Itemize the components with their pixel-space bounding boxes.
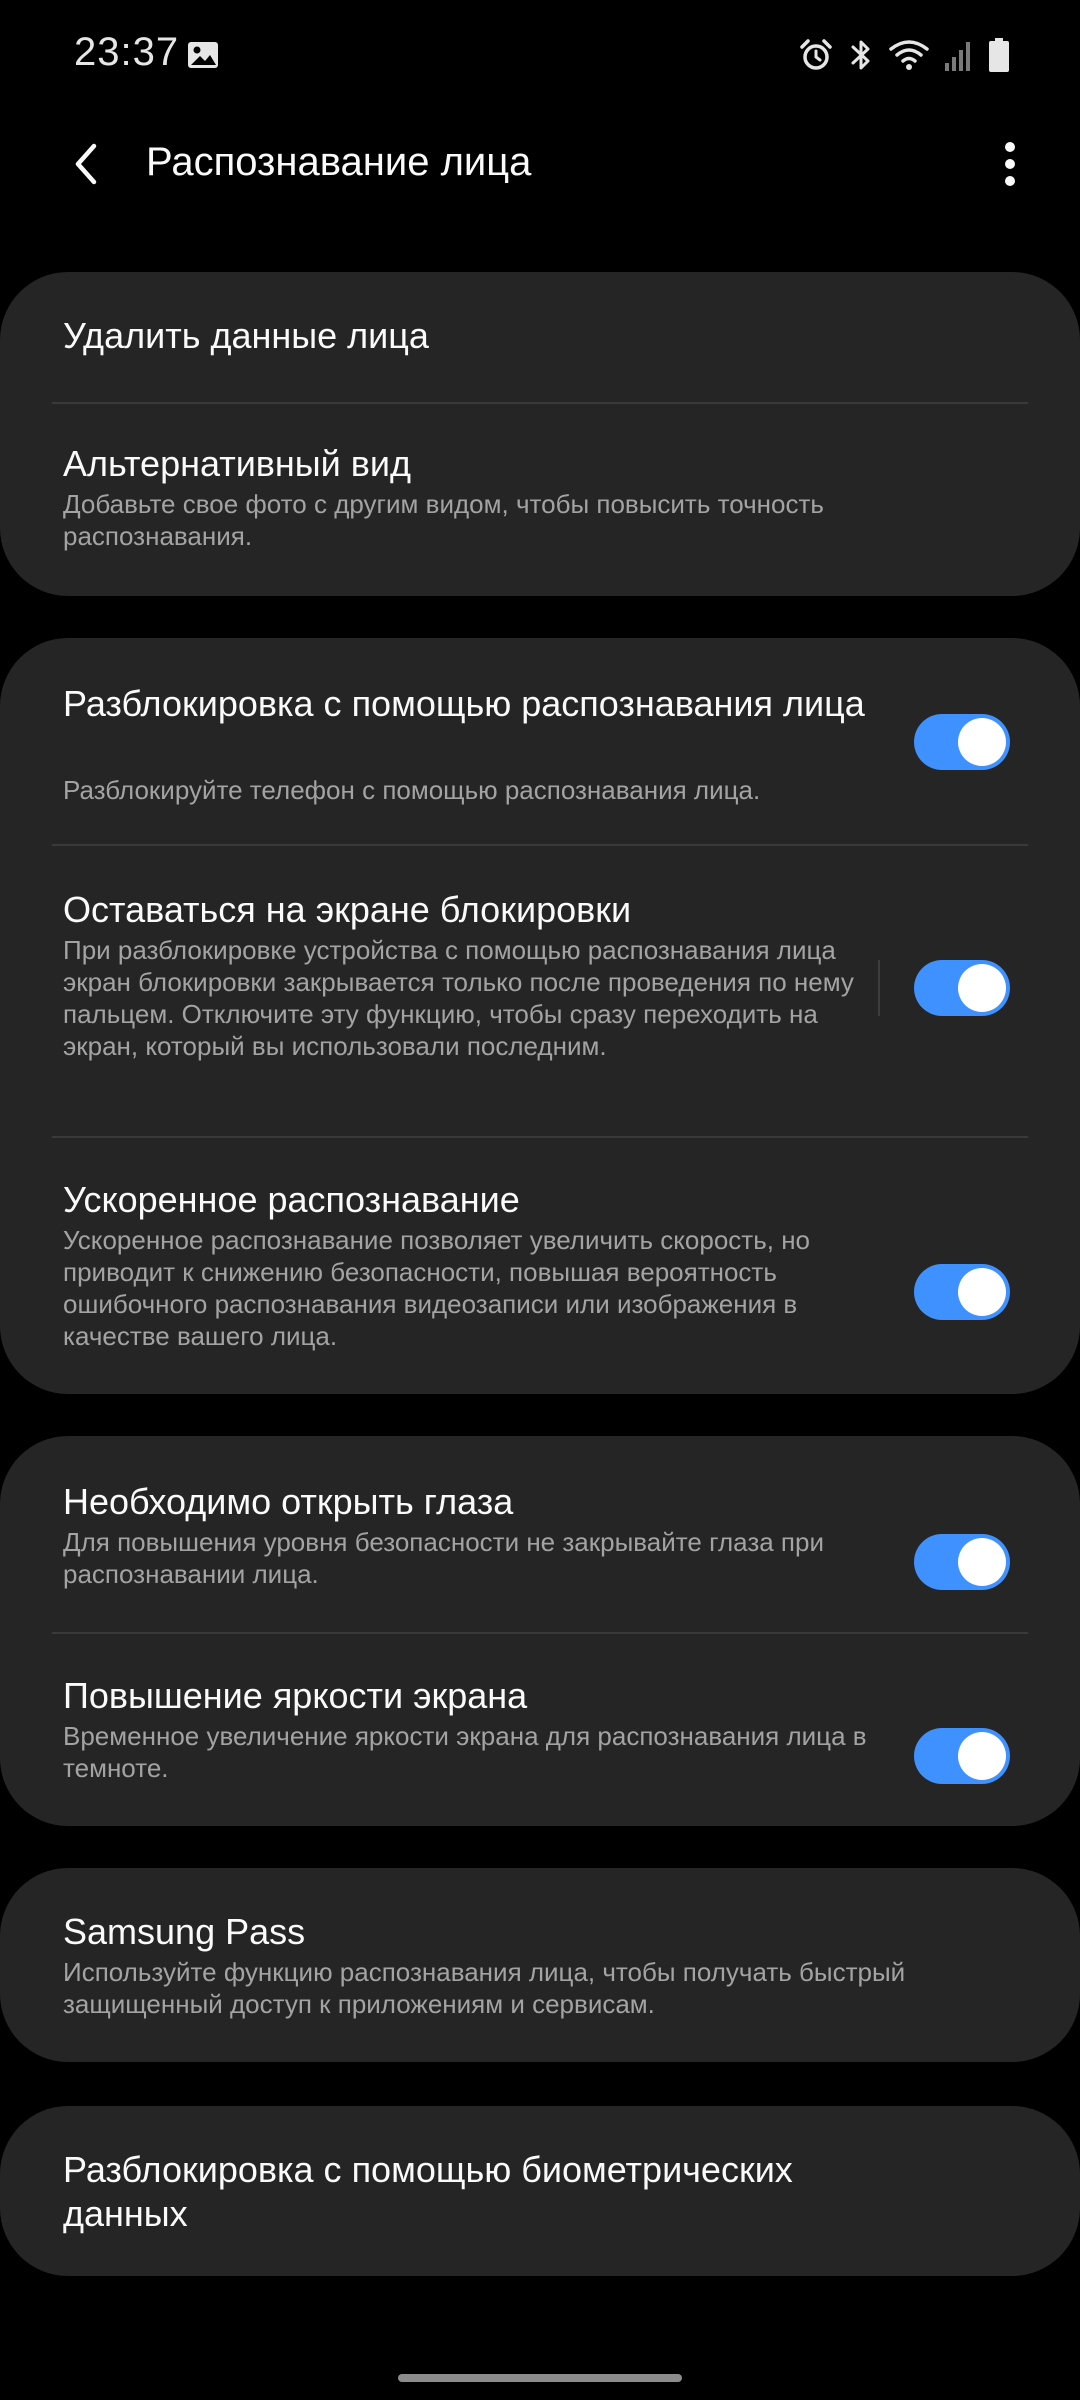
list-item-alternative-look[interactable]: Альтернативный вид Добавьте свое фото с …: [0, 404, 1080, 596]
back-button[interactable]: [54, 134, 118, 198]
app-bar: Распознавание лица: [0, 110, 1080, 222]
list-item-subtitle: Разблокируйте телефон с помощью распозна…: [63, 775, 761, 805]
toggle-knob: [958, 1538, 1006, 1586]
list-item-title: Оставаться на экране блокировки: [63, 889, 632, 930]
alarm-icon: [798, 37, 834, 73]
status-time: 23:37: [74, 30, 180, 74]
list-item-subtitle: При разблокировке устройства с помощью р…: [63, 935, 854, 1061]
list-item-title: Альтернативный вид: [63, 443, 412, 484]
list-item-stay-on-lock-screen[interactable]: Оставаться на экране блокировки При разб…: [0, 846, 1080, 1138]
settings-card-face-data: Удалить данные лица Альтернативный вид Д…: [0, 272, 1080, 596]
battery-icon: [988, 37, 1010, 73]
list-item-title: Samsung Pass: [63, 1911, 306, 1952]
settings-card-unlock: Разблокировка с помощью распознавания ли…: [0, 638, 1080, 1394]
list-item-subtitle: Используйте функцию распознавания лица, …: [63, 1957, 906, 2019]
list-item-title: Необходимо открыть глаза: [63, 1481, 514, 1522]
wifi-icon: [888, 37, 930, 73]
list-item-subtitle: Добавьте свое фото с другим видом, чтобы…: [63, 489, 824, 551]
status-bar: 23:37: [0, 0, 1080, 110]
more-options-button[interactable]: [978, 134, 1042, 198]
list-item-title: Удалить данные лица: [63, 315, 429, 356]
status-icons: [798, 32, 1010, 78]
face-unlock-toggle[interactable]: [914, 714, 1010, 770]
list-item-subtitle: Для повышения уровня безопасности не зак…: [63, 1527, 824, 1589]
settings-card-biometrics: Разблокировка с помощью биометрических д…: [0, 2106, 1080, 2276]
list-item-subtitle: Временное увеличение яркости экрана для …: [63, 1721, 867, 1783]
list-item-title: Разблокировка с помощью биометрических д…: [63, 2149, 793, 2234]
toggle-knob: [958, 1732, 1006, 1780]
stay-on-lock-screen-toggle[interactable]: [914, 960, 1010, 1016]
back-arrow-icon: [66, 140, 106, 193]
list-item-title: Разблокировка с помощью распознавания ли…: [63, 683, 865, 724]
divider: [878, 960, 880, 1016]
faster-recognition-toggle[interactable]: [914, 1264, 1010, 1320]
gallery-icon: [186, 38, 220, 72]
list-item-face-unlock[interactable]: Разблокировка с помощью распознавания ли…: [0, 638, 1080, 846]
bluetooth-icon: [848, 37, 874, 73]
list-item-require-open-eyes[interactable]: Необходимо открыть глаза Для повышения у…: [0, 1436, 1080, 1632]
toggle-knob: [958, 1268, 1006, 1316]
home-indicator[interactable]: [398, 2374, 682, 2382]
list-item-subtitle: Ускоренное распознавание позволяет увели…: [63, 1225, 811, 1351]
list-item-title: Ускоренное распознавание: [63, 1179, 520, 1220]
page-title: Распознавание лица: [146, 140, 532, 184]
more-vert-icon: [1004, 141, 1016, 192]
list-item-title: Повышение яркости экрана: [63, 1675, 528, 1716]
list-item-brighten-screen[interactable]: Повышение яркости экрана Временное увели…: [0, 1634, 1080, 1826]
settings-card-security: Необходимо открыть глаза Для повышения у…: [0, 1436, 1080, 1826]
settings-card-samsung-pass: Samsung Pass Используйте функцию распозн…: [0, 1868, 1080, 2062]
signal-icon: [944, 37, 974, 73]
list-item-biometric-unlock[interactable]: Разблокировка с помощью биометрических д…: [0, 2106, 1080, 2276]
list-item-delete-face-data[interactable]: Удалить данные лица: [0, 272, 1080, 402]
list-item-samsung-pass[interactable]: Samsung Pass Используйте функцию распозн…: [0, 1868, 1080, 2062]
toggle-knob: [958, 964, 1006, 1012]
require-open-eyes-toggle[interactable]: [914, 1534, 1010, 1590]
list-item-faster-recognition[interactable]: Ускоренное распознавание Ускоренное расп…: [0, 1138, 1080, 1394]
brighten-screen-toggle[interactable]: [914, 1728, 1010, 1784]
toggle-knob: [958, 718, 1006, 766]
